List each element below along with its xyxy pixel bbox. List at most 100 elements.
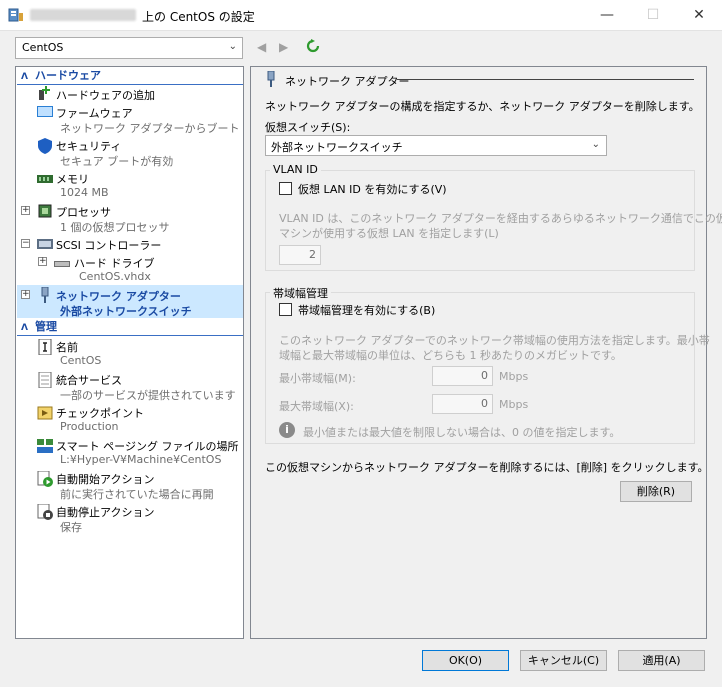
management-section-header[interactable]: Λ 管理 xyxy=(17,319,243,335)
sidebar-item-add-hardware[interactable]: ハードウェアの追加 xyxy=(16,85,244,103)
bandwidth-group-title: 帯域幅管理 xyxy=(270,285,331,301)
smart-paging-icon xyxy=(37,439,53,453)
sidebar-item-network-adapter[interactable]: + ネットワーク アダプター 外部ネットワークスイッチ xyxy=(16,286,244,318)
firmware-icon xyxy=(37,106,53,117)
window-title: 上の CentOS の設定 xyxy=(142,10,255,24)
sidebar-item-label: 名前 xyxy=(56,341,78,354)
min-bandwidth-label: 最小帯域幅(M): xyxy=(279,372,356,385)
forward-arrow-icon[interactable]: ▶ xyxy=(279,40,288,54)
checkpoint-icon xyxy=(37,406,53,420)
sidebar-item-subtext: 保存 xyxy=(60,521,82,534)
bandwidth-enable-label[interactable]: 帯域幅管理を有効にする(B) xyxy=(298,302,435,318)
virtual-switch-value: 外部ネットワークスイッチ xyxy=(271,141,403,154)
bandwidth-description-line1: このネットワーク アダプターでのネットワーク帯域幅の使用方法を指定します。最小帯 xyxy=(279,334,710,347)
cancel-button[interactable]: キャンセル(C) xyxy=(520,650,607,671)
refresh-icon[interactable] xyxy=(306,39,320,53)
panel-title: ネットワーク アダプター xyxy=(285,75,410,88)
sidebar-item-checkpoint[interactable]: チェックポイント Production xyxy=(16,403,244,435)
sidebar-item-subtext: セキュア ブートが有効 xyxy=(60,155,174,168)
section-divider xyxy=(17,335,243,336)
sidebar-item-subtext: 一部のサービスが提供されています xyxy=(60,389,236,402)
processor-icon xyxy=(38,204,52,218)
min-bandwidth-unit: Mbps xyxy=(499,370,529,383)
management-section-label: 管理 xyxy=(35,320,57,333)
minimize-button[interactable]: — xyxy=(584,0,630,31)
collapse-chevron-icon: Λ xyxy=(21,323,28,333)
vlan-description-line1: VLAN ID は、このネットワーク アダプターを経由するあらゆるネットワーク通… xyxy=(279,212,722,225)
sidebar-item-smart-paging[interactable]: スマート ページング ファイルの場所 L:¥Hyper-V¥Machine¥Ce… xyxy=(16,436,244,468)
sidebar-item-subtext: L:¥Hyper-V¥Machine¥CentOS xyxy=(60,453,222,466)
sidebar-item-auto-stop[interactable]: 自動停止アクション 保存 xyxy=(16,502,244,534)
sidebar-item-auto-start[interactable]: 自動開始アクション 前に実行されていた場合に再開 xyxy=(16,469,244,501)
bandwidth-info-text: 最小値または最大値を制限しない場合は、0 の値を指定します。 xyxy=(303,426,621,439)
sidebar-item-label: チェックポイント xyxy=(56,407,144,420)
expand-toggle[interactable]: + xyxy=(38,257,47,266)
sidebar-item-firmware[interactable]: ファームウェア ネットワーク アダプターからブート xyxy=(16,103,244,135)
back-arrow-icon[interactable]: ◀ xyxy=(257,40,266,54)
hardware-section-label: ハードウェア xyxy=(35,69,101,82)
network-adapter-icon xyxy=(267,71,275,87)
add-hardware-icon xyxy=(39,86,50,100)
max-bandwidth-unit: Mbps xyxy=(499,398,529,411)
auto-stop-icon xyxy=(37,504,53,520)
close-button[interactable]: ✕ xyxy=(676,0,722,31)
ok-button[interactable]: OK(O) xyxy=(422,650,509,671)
vlan-description-line2: マシンが使用する仮想 LAN を指定します(L) xyxy=(279,227,499,240)
sidebar-item-subtext: 1024 MB xyxy=(60,186,109,199)
chevron-down-icon: ⌄ xyxy=(228,41,237,52)
redacted-host-name xyxy=(30,9,136,21)
settings-tree: Λ ハードウェア ハードウェアの追加 ファームウェア ネットワーク アダプターから… xyxy=(15,66,244,639)
vlan-group-title: VLAN ID xyxy=(270,163,321,176)
sidebar-item-subtext: Production xyxy=(60,420,119,433)
virtual-switch-dropdown[interactable]: 外部ネットワークスイッチ ⌄ xyxy=(265,135,607,156)
sidebar-item-label: SCSI コントローラー xyxy=(56,239,162,252)
sidebar-item-subtext: 1 個の仮想プロセッサ xyxy=(60,221,170,234)
panel-description: ネットワーク アダプターの構成を指定するか、ネットワーク アダプターを削除します… xyxy=(265,100,700,113)
network-adapter-settings-panel: ネットワーク アダプター ネットワーク アダプターの構成を指定するか、ネットワー… xyxy=(250,66,722,639)
name-icon xyxy=(38,339,52,355)
vm-select-dropdown[interactable]: CentOS ⌄ xyxy=(15,37,243,59)
vlan-enable-checkbox[interactable] xyxy=(279,182,292,195)
min-bandwidth-input[interactable]: 0 xyxy=(432,366,493,386)
sidebar-item-hard-drive[interactable]: + ハード ドライブ CentOS.vhdx xyxy=(16,253,244,285)
sidebar-item-subtext: 外部ネットワークスイッチ xyxy=(60,305,192,318)
title-bar: 上の CentOS の設定 — ☐ ✕ xyxy=(0,0,722,31)
sidebar-item-label: 自動停止アクション xyxy=(56,506,155,519)
sidebar-item-security[interactable]: セキュリティ セキュア ブートが有効 xyxy=(16,136,244,168)
bandwidth-enable-checkbox[interactable] xyxy=(279,303,292,316)
shield-icon xyxy=(38,138,52,154)
chevron-down-icon: ⌄ xyxy=(591,139,600,150)
title-rule xyxy=(397,79,694,80)
remove-instruction: この仮想マシンからネットワーク アダプターを削除するには、[削除] をクリックし… xyxy=(265,461,709,474)
max-bandwidth-input[interactable]: 0 xyxy=(432,394,493,414)
sidebar-item-label: プロセッサ xyxy=(56,206,111,219)
collapse-toggle[interactable]: − xyxy=(21,239,30,248)
sidebar-item-label: ネットワーク アダプター xyxy=(56,290,181,303)
memory-icon xyxy=(37,175,53,183)
collapse-chevron-icon: Λ xyxy=(21,72,28,82)
sidebar-item-subtext: ネットワーク アダプターからブート xyxy=(60,122,240,135)
vlan-enable-label[interactable]: 仮想 LAN ID を有効にする(V) xyxy=(298,181,447,197)
sidebar-item-processor[interactable]: + プロセッサ 1 個の仮想プロセッサ xyxy=(16,202,244,234)
expand-toggle[interactable]: + xyxy=(21,206,30,215)
maximize-button[interactable]: ☐ xyxy=(630,0,676,31)
sidebar-item-name[interactable]: 名前 CentOS xyxy=(16,337,244,369)
expand-toggle[interactable]: + xyxy=(21,290,30,299)
sidebar-item-subtext: CentOS.vhdx xyxy=(79,270,151,283)
sidebar-item-label: スマート ページング ファイルの場所 xyxy=(56,440,239,453)
sidebar-item-scsi-controller[interactable]: − SCSI コントローラー xyxy=(16,235,244,253)
sidebar-item-label: 統合サービス xyxy=(56,374,122,387)
info-icon: i xyxy=(279,422,295,438)
vlan-id-input[interactable]: 2 xyxy=(279,245,321,265)
apply-button[interactable]: 適用(A) xyxy=(618,650,705,671)
hardware-section-header[interactable]: Λ ハードウェア xyxy=(17,68,243,84)
network-adapter-icon xyxy=(41,287,49,303)
sidebar-item-integration-services[interactable]: 統合サービス 一部のサービスが提供されています xyxy=(16,370,244,402)
sidebar-item-label: ハード ドライブ xyxy=(74,257,155,270)
vm-select-value: CentOS xyxy=(22,41,64,54)
remove-button[interactable]: 削除(R) xyxy=(620,481,692,502)
sidebar-item-memory[interactable]: メモリ 1024 MB xyxy=(16,169,244,201)
sidebar-item-label: セキュリティ xyxy=(56,140,122,153)
bandwidth-description-line2: 域幅と最大帯域幅の単位は、どちらも 1 秒あたりのメガビットです。 xyxy=(279,349,622,362)
sidebar-item-label: ファームウェア xyxy=(56,107,133,120)
